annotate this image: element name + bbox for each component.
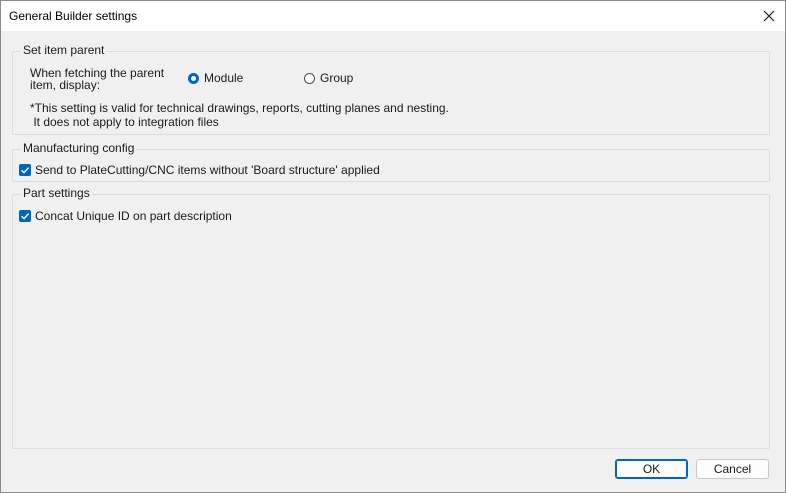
group-legend-part-settings: Part settings [21, 186, 92, 200]
dialog-content: Set item parent When fetching the parent… [1, 31, 785, 492]
module-radio[interactable]: Module [188, 71, 243, 85]
dialog-window: General Builder settings Set item parent… [0, 0, 786, 493]
concat-unique-id-label: Concat Unique ID on part description [35, 209, 232, 223]
setting-note: *This setting is valid for technical dra… [30, 101, 449, 129]
radio-unselected-indicator [304, 72, 315, 84]
window-title: General Builder settings [9, 9, 138, 23]
radio-selected-indicator [188, 72, 199, 84]
group-legend-set-item-parent: Set item parent [21, 43, 107, 57]
fetch-parent-label: When fetching the parent item, display: [30, 66, 165, 92]
close-icon [763, 10, 775, 22]
manufacturing-config-group: Manufacturing config Send to PlateCuttin… [12, 141, 770, 182]
group-legend-manufacturing-config: Manufacturing config [21, 141, 137, 155]
ok-button[interactable]: OK [615, 459, 688, 479]
send-to-platecutting-checkbox[interactable]: Send to PlateCutting/CNC items without '… [19, 163, 380, 177]
title-bar: General Builder settings [1, 1, 785, 31]
check-icon [21, 167, 30, 174]
check-icon [21, 213, 30, 220]
part-settings-group: Part settings Concat Unique ID on part d… [12, 186, 770, 449]
concat-unique-id-checkbox[interactable]: Concat Unique ID on part description [19, 209, 232, 223]
cancel-button[interactable]: Cancel [696, 459, 769, 479]
group-radio-label: Group [320, 71, 354, 85]
checkbox-box [19, 210, 31, 222]
module-radio-label: Module [204, 71, 244, 85]
group-radio[interactable]: Group [304, 71, 353, 85]
send-to-platecutting-label: Send to PlateCutting/CNC items without '… [35, 163, 380, 177]
set-item-parent-group: Set item parent When fetching the parent… [12, 43, 770, 135]
close-button[interactable] [753, 1, 785, 31]
checkbox-box [19, 164, 31, 176]
